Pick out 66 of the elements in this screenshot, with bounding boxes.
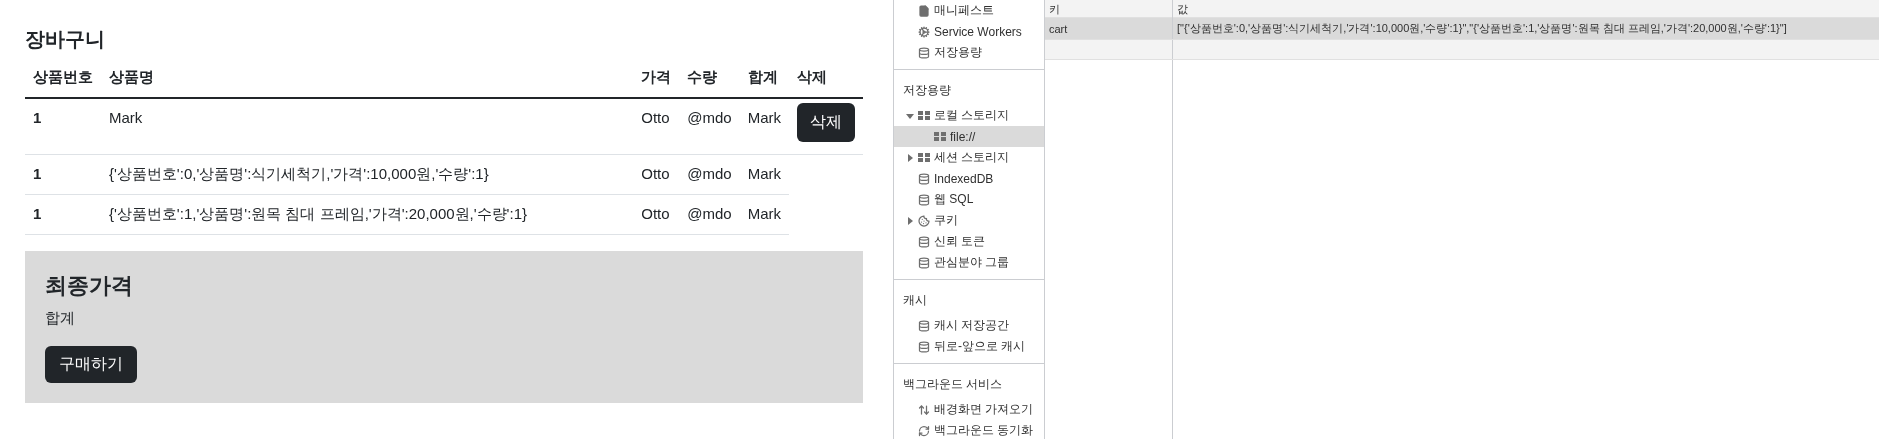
table-cell: @mdo [679, 98, 740, 155]
delete-button[interactable]: 삭제 [797, 103, 855, 142]
up-down-arrows-icon [918, 403, 930, 416]
sidebar-item[interactable]: 백그라운드 동기화 [894, 420, 1044, 439]
purchase-button[interactable]: 구매하기 [45, 346, 137, 383]
table-cell: Mark [739, 194, 789, 235]
database-icon [918, 172, 930, 185]
column-header: 삭제 [789, 60, 863, 98]
table-cell: {'상품번호':0,'상품명':식기세척기,'가격':10,000원,'수량':1} [101, 154, 634, 195]
column-header: 가격 [633, 60, 680, 98]
sidebar-item[interactable]: 신뢰 토큰 [894, 231, 1044, 252]
sidebar-item[interactable]: 저장용량 [894, 42, 1044, 63]
sidebar-item[interactable]: 매니페스트 [894, 0, 1044, 21]
database-icon [918, 340, 930, 353]
file-icon [918, 4, 930, 17]
value-cell-text: ["{'상품번호':0,'상품명':식기세척기,'가격':10,000원,'수량':1}","{'상품번호':1,'상품명':원목 침대 프레임,'가격':20,000원,'수량':1}"] [1176, 21, 1788, 36]
expand-arrow-icon[interactable] [906, 153, 914, 162]
sidebar-item[interactable]: 캐시 저장공간 [894, 315, 1044, 336]
table-cell: Otto [633, 98, 680, 155]
total-label: 합계 [45, 309, 75, 328]
table-cell: @mdo [679, 154, 740, 195]
sidebar-item[interactable]: 배경화면 가져오기 [894, 399, 1044, 420]
table-cell: 1 [25, 154, 101, 195]
table-icon [918, 153, 930, 162]
database-icon [918, 319, 930, 332]
table-cell: 1 [25, 98, 101, 155]
database-icon [918, 193, 930, 206]
section-heading: 캐시 [902, 292, 928, 309]
sidebar-item[interactable]: 쿠키 [894, 210, 1044, 231]
collapse-arrow-icon[interactable] [906, 111, 914, 120]
table-cell: Mark [739, 154, 789, 195]
section-heading: 백그라운드 서비스 [902, 376, 1004, 393]
sidebar-item[interactable]: 뒤로-앞으로 캐시 [894, 336, 1044, 357]
table-cell: @mdo [679, 194, 740, 235]
cart-title: 장바구니 [25, 27, 106, 52]
cookie-icon [918, 214, 930, 227]
summary-title: 최종가격 [45, 272, 133, 300]
database-icon [918, 46, 930, 59]
sidebar-item[interactable]: 웹 SQL [894, 189, 1044, 210]
sidebar-item[interactable]: file:// [894, 126, 1044, 147]
column-header: 값 [1176, 2, 1189, 17]
table-cell: {'상품번호':1,'상품명':원목 침대 프레임,'가격':20,000원,'수량':1} [101, 194, 634, 235]
expand-arrow-icon[interactable] [906, 216, 914, 225]
table-icon [934, 132, 946, 141]
table-cell: Mark [739, 98, 789, 155]
table-cell: Mark [101, 98, 634, 155]
sync-icon [918, 424, 930, 437]
column-header: 합계 [739, 60, 789, 98]
gear-icon [918, 25, 930, 38]
sidebar-item[interactable]: 관심분야 그룹 [894, 252, 1044, 273]
column-header: 상품번호 [25, 60, 101, 98]
sidebar-item[interactable]: Service Workers [894, 21, 1044, 42]
column-header: 상품명 [101, 60, 634, 98]
table-icon [918, 111, 930, 120]
storage-row[interactable]: cart ["{'상품번호':0,'상품명':식기세척기,'가격':10,000원,'수량':1}","{'상품번호':1,'상품명':원목 침대 프레임,'가격':20,000원,'수량':1}"] [1045, 18, 1879, 40]
table-cell: 1 [25, 194, 101, 235]
database-icon [918, 256, 930, 269]
sidebar-item[interactable]: 로컬 스토리지 [894, 105, 1044, 126]
sidebar-item[interactable]: IndexedDB [894, 168, 1044, 189]
column-header: 수량 [679, 60, 740, 98]
sidebar-item[interactable]: 세션 스토리지 [894, 147, 1044, 168]
section-heading: 저장용량 [902, 82, 952, 99]
table-cell: Otto [633, 194, 680, 235]
key-cell: cart [1045, 18, 1173, 39]
table-cell: Otto [633, 154, 680, 195]
database-icon [918, 235, 930, 248]
